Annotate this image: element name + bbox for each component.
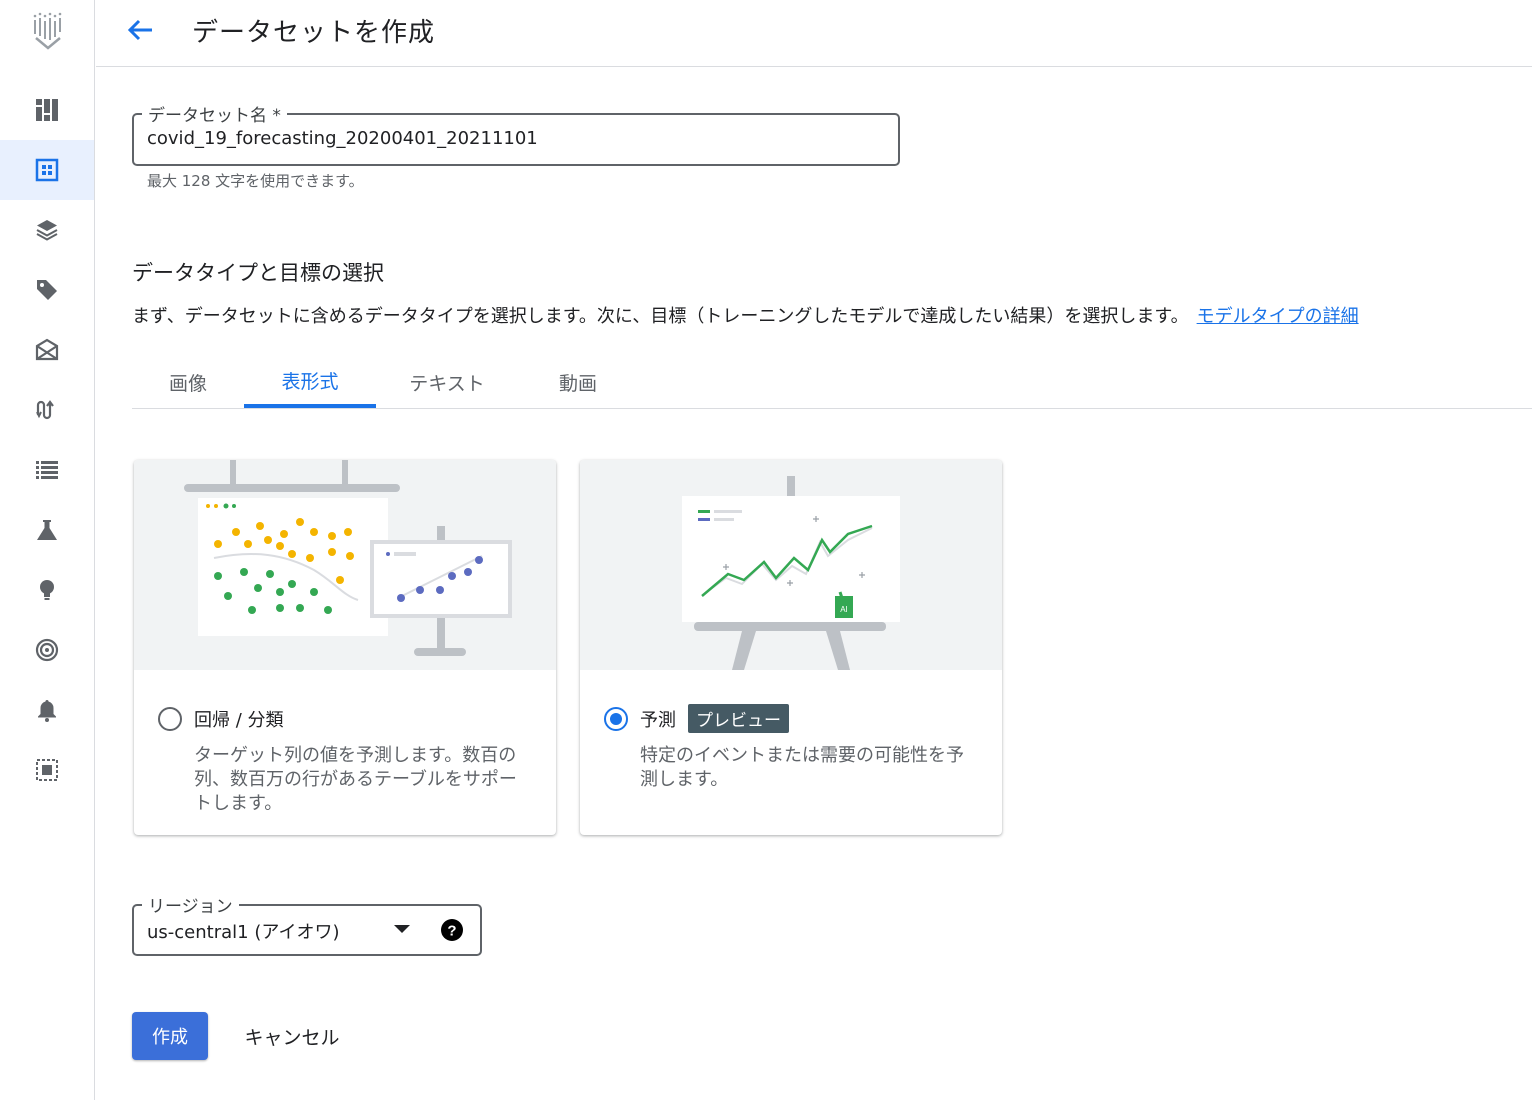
workbench-icon [35,338,59,361]
regression-title: 回帰 / 分類 [194,710,284,731]
region-select[interactable]: リージョン us-central1 (アイオワ) ? [132,892,482,956]
preview-badge: プレビュー [688,704,789,733]
sidebar-item-endpoints[interactable] [0,620,94,680]
dataset-name-label: データセット名 * [142,101,287,126]
regression-radio[interactable] [158,707,182,731]
model-type-details-link[interactable]: モデルタイプの詳細 [1197,306,1359,327]
cancel-button[interactable]: キャンセル [232,1012,352,1060]
dropdown-arrow-icon[interactable] [392,923,412,935]
sidebar-item-workbench[interactable] [0,320,94,380]
page-header: データセットを作成 [96,0,1532,67]
sidebar-item-training[interactable] [0,440,94,500]
section-description-text: まず、データセットに含めるデータタイプを選択します。次に、目標（トレーニングした… [132,306,1189,327]
tab-text[interactable]: テキスト [376,356,518,408]
sidebar-item-labeling[interactable] [0,200,94,260]
region-label: リージョン [142,892,239,917]
sidebar-item-features[interactable] [0,260,94,320]
svg-text:?: ? [447,923,456,940]
back-button[interactable] [120,12,160,48]
tab-video[interactable]: 動画 [518,356,638,408]
regression-illustration [134,460,556,670]
pipelines-icon [36,400,54,420]
arrow-back-icon [127,19,152,41]
data-type-tabs: 画像 表形式 テキスト 動画 [132,356,1532,409]
objective-card-forecasting[interactable]: AI 予測 プレビュー 特定のイベントまたは需要の可能性を予測します。 [580,460,1002,835]
dataset-name-field[interactable]: データセット名 * covid_19_forecasting_20200401_… [132,101,900,166]
list-icon [36,461,58,479]
forecasting-radio[interactable] [604,707,628,731]
target-icon [35,638,59,662]
sidebar-item-models[interactable] [0,560,94,620]
region-value: us-central1 (アイオワ) [147,922,340,943]
page-title: データセットを作成 [192,18,436,48]
sidebar-item-metadata[interactable] [0,740,94,800]
dataset-name-input[interactable]: covid_19_forecasting_20200401_20211101 [147,128,538,149]
regression-description: ターゲット列の値を予測します。数百の列、数百万の行があるテーブルをサポートします… [194,745,517,814]
objective-card-regression[interactable]: 回帰 / 分類 ターゲット列の値を予測します。数百の列、数百万の行があるテーブル… [134,460,556,835]
sidebar-item-dashboard[interactable] [0,80,94,140]
bell-icon [38,700,56,722]
sidebar-item-experiments[interactable] [0,500,94,560]
svg-text:AI: AI [840,605,848,614]
region-icon [36,759,58,781]
forecasting-title: 予測 [640,710,676,731]
dataset-icon [35,158,59,182]
dataset-name-hint: 最大 128 文字を使用できます。 [147,172,364,190]
lightbulb-icon [40,580,54,600]
sidebar-item-batch[interactable] [0,680,94,740]
sidebar-item-pipelines[interactable] [0,380,94,440]
tab-image[interactable]: 画像 [132,356,244,408]
sidebar-item-datasets[interactable] [0,140,94,200]
labeling-icon [36,220,58,241]
section-description: まず、データセットに含めるデータタイプを選択します。次に、目標（トレーニングした… [132,302,1359,328]
dashboard-icon [36,99,58,121]
help-icon[interactable]: ? [440,918,464,942]
vertex-ai-logo-icon[interactable] [26,8,70,52]
sidebar [0,0,95,1100]
tag-icon [37,280,57,300]
experiments-icon [37,520,57,540]
forecasting-illustration: AI [580,460,1002,670]
tab-tabular[interactable]: 表形式 [244,356,376,408]
section-title: データタイプと目標の選択 [132,261,384,285]
forecasting-description: 特定のイベントまたは需要の可能性を予測します。 [640,745,964,790]
create-button[interactable]: 作成 [132,1012,208,1060]
